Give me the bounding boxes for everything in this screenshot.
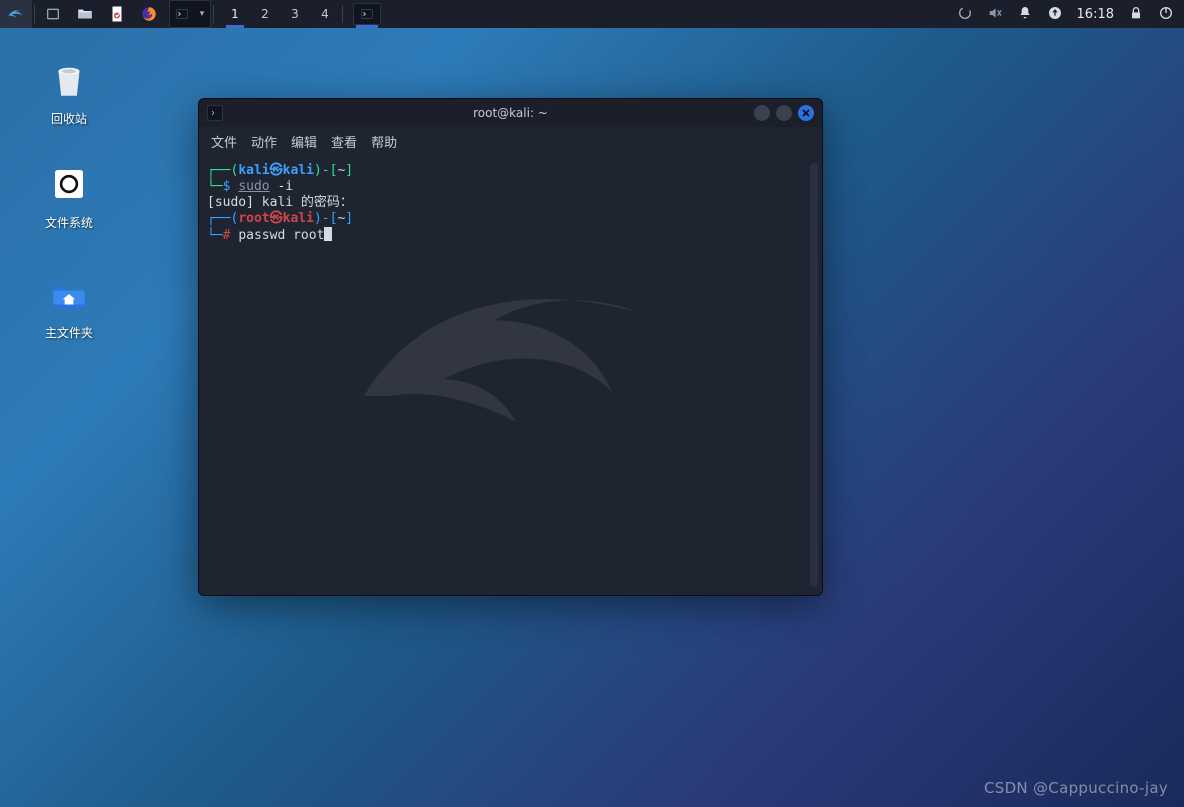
watermark: CSDN @Cappuccino-jay [984,779,1168,797]
desktop-trash[interactable]: 回收站 [24,56,114,127]
workspace-4[interactable]: 4 [310,0,340,28]
top-panel: ▾ 1 2 3 4 16:18 [0,0,1184,28]
window-controls [754,105,814,121]
terminal-title-icon [207,105,223,121]
trash-icon [45,56,93,104]
cursor [324,227,332,241]
home-folder-icon [45,270,93,318]
scrollbar[interactable] [810,163,818,587]
desktop-home[interactable]: 主文件夹 [24,270,114,341]
taskbar-terminal-icon[interactable] [353,3,381,25]
desktop-filesystem[interactable]: 文件系统 [24,160,114,231]
desktop-icon-label: 回收站 [24,110,114,127]
menu-file[interactable]: 文件 [211,132,237,151]
desktop-icon-label: 文件系统 [24,214,114,231]
menu-help[interactable]: 帮助 [371,132,397,151]
prompt-decor: ] [345,163,353,178]
prompt-decor: ┌──( [207,211,238,226]
terminal-icon [170,7,194,21]
prompt-at: ㉿ [270,163,283,178]
terminal-title: root@kali: ~ [199,106,822,120]
terminal-menubar: 文件 动作 编辑 查看 帮助 [199,127,822,155]
prompt-decor: ┌──( [207,163,238,178]
terminal-body[interactable]: ┌──(kali㉿kali)-[~] └─$ sudo -i [sudo] ka… [199,155,822,595]
minimize-button[interactable] [754,105,770,121]
file-manager-icon[interactable] [69,0,101,28]
volume-muted-icon[interactable] [987,5,1003,24]
prompt-symbol: # [223,228,231,243]
menu-actions[interactable]: 动作 [251,132,277,151]
panel-right: 16:18 [957,0,1184,28]
workspace-label: 3 [291,7,299,21]
updates-icon[interactable] [1047,5,1063,24]
workspace-label: 4 [321,7,329,21]
clock[interactable]: 16:18 [1077,7,1114,22]
firefox-icon[interactable] [133,0,165,28]
separator [213,5,214,23]
desktop-icon-label: 主文件夹 [24,324,114,341]
prompt-host: kali [283,163,314,178]
prompt-decor: )-[ [314,211,337,226]
text-editor-icon[interactable] [101,0,133,28]
filesystem-icon [45,160,93,208]
terminal-content[interactable]: ┌──(kali㉿kali)-[~] └─$ sudo -i [sudo] ka… [207,163,808,587]
sudo-prompt-line: [sudo] kali 的密码： [207,195,353,210]
prompt-user: root [238,211,269,226]
prompt-symbol: $ [223,179,231,194]
terminal-window[interactable]: root@kali: ~ 文件 动作 编辑 查看 帮助 ┌──(kali㉿kal… [198,98,823,596]
prompt-decor: )-[ [314,163,337,178]
cmd-args: -i [270,179,293,194]
window-list-icon[interactable] [37,0,69,28]
workspace-label: 2 [261,7,269,21]
prompt-decor: └─ [207,228,223,243]
workspace-1[interactable]: 1 [220,0,250,28]
panel-left: ▾ 1 2 3 4 [0,0,381,28]
workspace-3[interactable]: 3 [280,0,310,28]
prompt-decor: └─ [207,179,223,194]
prompt-decor: ] [345,211,353,226]
loading-icon[interactable] [957,5,973,24]
workspace-switcher: 1 2 3 4 [220,0,340,28]
menu-view[interactable]: 查看 [331,132,357,151]
close-button[interactable] [798,105,814,121]
chevron-down-icon[interactable]: ▾ [194,9,210,19]
menu-edit[interactable]: 编辑 [291,132,317,151]
power-icon[interactable] [1158,5,1174,24]
maximize-button[interactable] [776,105,792,121]
prompt-user: kali [238,163,269,178]
prompt-at: ㉿ [270,211,283,226]
cmd-passwd: passwd root [238,228,324,243]
notifications-icon[interactable] [1017,5,1033,24]
cmd-sudo: sudo [238,179,269,194]
prompt-host: kali [283,211,314,226]
terminal-titlebar[interactable]: root@kali: ~ [199,99,822,127]
separator [34,5,35,23]
workspace-label: 1 [231,7,239,21]
terminal-launcher[interactable]: ▾ [169,0,211,28]
kali-menu-icon[interactable] [0,0,32,28]
separator [342,5,343,23]
lock-icon[interactable] [1128,5,1144,24]
workspace-2[interactable]: 2 [250,0,280,28]
